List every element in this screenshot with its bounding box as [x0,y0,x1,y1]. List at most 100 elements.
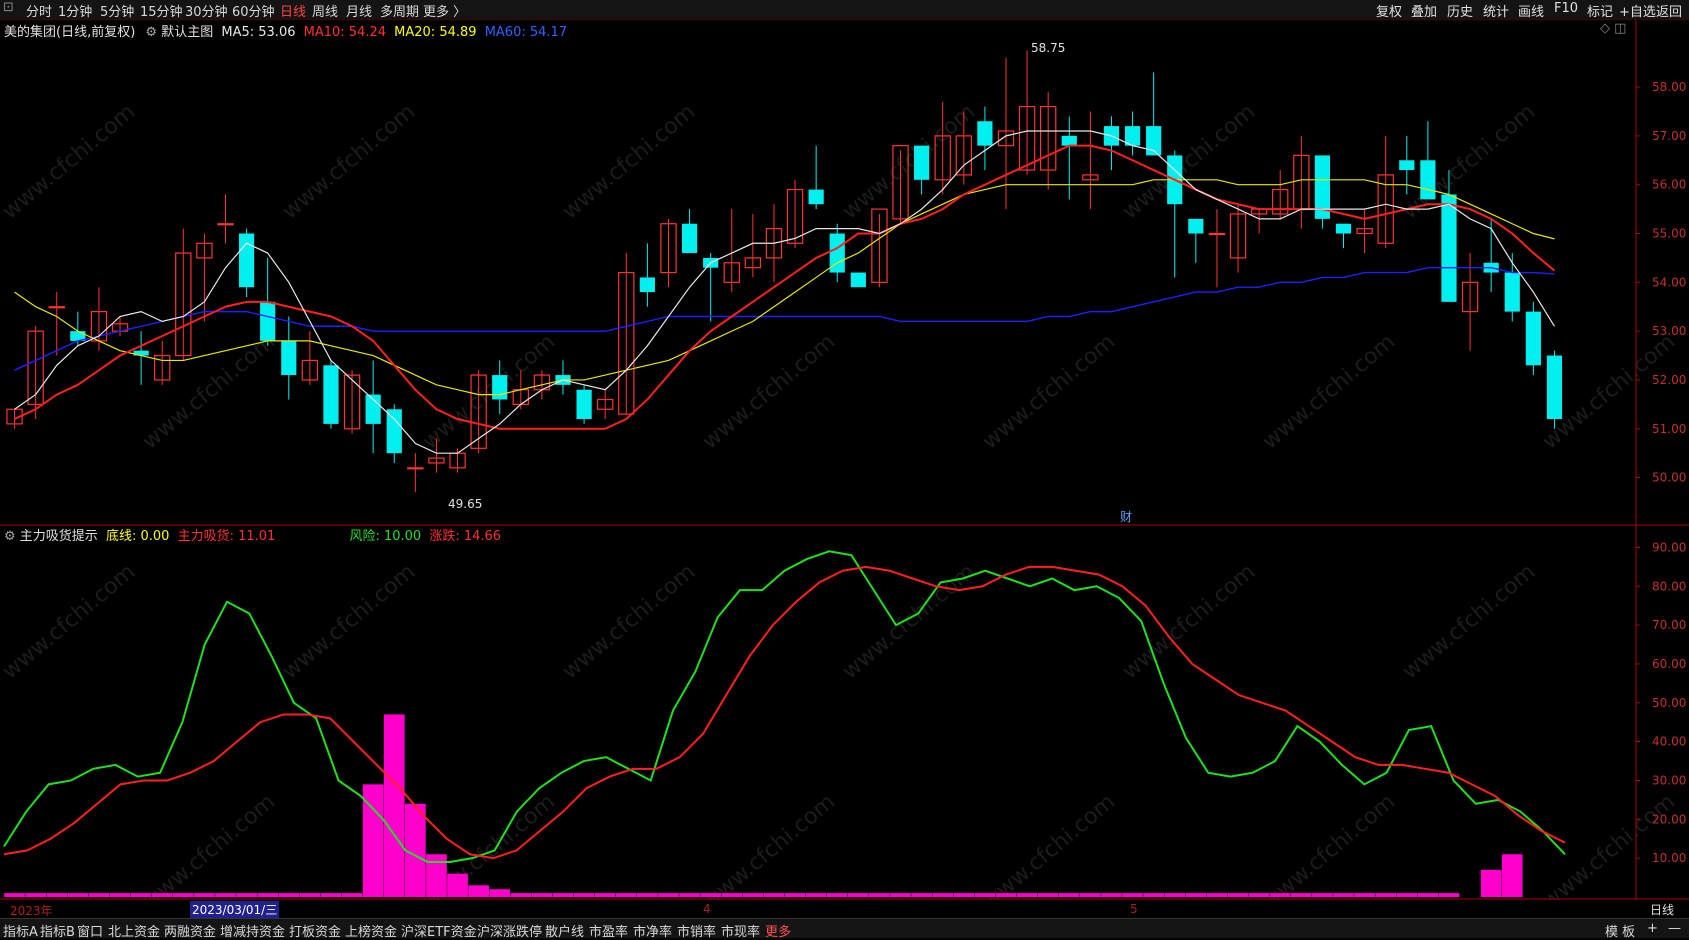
sub-y-tick-label: 70.00 [1652,618,1686,632]
low-price-label: 49.65 [448,497,482,511]
absorb-bar [1417,893,1439,897]
zoom-out-button[interactable]: — [1668,921,1681,936]
absorb-bar [151,893,173,897]
tab-limit-stats[interactable]: 沪深涨跌停 [477,921,542,940]
watermark-text: www.cfchi.com [698,789,840,900]
candlestick-panel[interactable] [6,50,1563,493]
stock-chart[interactable]: www.cfchi.com www.cfchi.com www.cfchi.com w… [0,0,1689,900]
absorb-bar [1101,893,1122,897]
absorb-bar [109,893,131,897]
watermark-text: www.cfchi.com [278,559,420,684]
candle-up [407,467,424,470]
absorb-bar [1122,893,1143,897]
tab-margin[interactable]: 两融资金 [164,921,216,940]
tab-more[interactable]: 更多 [765,921,791,940]
candle-down [639,277,655,293]
absorb-bar [278,893,300,897]
absorb-bar [1333,893,1354,897]
template-button[interactable]: 模 [1605,921,1618,940]
tab-ps-ratio[interactable]: 市销率 [677,921,716,940]
absorb-bar [172,893,194,897]
candle-down [681,223,698,254]
absorb-bar [531,893,553,897]
absorb-bar [25,893,46,897]
tab-northbound[interactable]: 北上资金 [108,921,160,940]
absorb-bar [510,893,532,897]
candle-up [1208,232,1226,236]
absorb-bar [974,893,996,897]
tab-indicator-b[interactable]: 指标B [40,921,75,940]
candle-down [808,189,824,205]
absorb-bar [805,893,827,897]
year-label: 2023年 [10,904,53,918]
absorb-bar [890,893,911,897]
sub-y-tick-label: 10.00 [1652,851,1686,865]
absorb-bar [1227,893,1249,897]
watermark-text: www.cfchi.com [1398,559,1540,684]
finance-event-marker[interactable]: 财 [1120,510,1132,524]
tab-window[interactable]: 窗口 [77,921,103,940]
absorb-bar [215,893,236,897]
board-button[interactable]: 板 [1622,921,1635,940]
absorb-bar [1375,893,1397,897]
absorb-bar [1164,893,1186,897]
absorb-bar [468,885,489,897]
absorb-bar [1354,893,1375,897]
candle-down [1441,194,1457,302]
absorb-bar [1037,893,1059,897]
absorb-bar [1396,893,1418,897]
y-tick-label: 57.00 [1652,129,1686,143]
absorb-bar [763,893,785,897]
absorb-bar [1501,854,1523,897]
candle-down [1420,160,1436,200]
date-axis: 2023年 2023/03/01/三 4 5 日线 [0,900,1689,918]
candle-down [977,121,993,146]
tab-pe-ratio[interactable]: 市盈率 [589,921,628,940]
month-5-label: 5 [1130,902,1138,916]
absorb-bar [1312,893,1333,897]
absorb-bar [1058,893,1080,897]
absorb-bar [341,893,363,897]
absorb-bar [383,714,405,897]
absorb-bar [742,893,764,897]
sub-y-tick-label: 20.00 [1652,812,1686,826]
watermark-text: www.cfchi.com [558,99,700,224]
tab-holding-change[interactable]: 增减持资金 [220,921,285,940]
tab-pcf-ratio[interactable]: 市现率 [721,921,760,940]
candle-down [1188,218,1204,234]
watermark-text: www.cfchi.com [278,99,420,224]
candle-down [281,340,297,376]
candle-up [48,306,65,309]
watermark-text: www.cfchi.com [838,99,980,224]
sub-y-tick-label: 50.00 [1652,696,1686,710]
watermark-text: www.cfchi.com [1538,789,1680,900]
price-axis: 58.00 57.00 56.00 55.00 54.00 53.00 52.00 51.00… [0,20,1689,900]
absorb-bar [847,893,869,897]
watermark-text: www.cfchi.com [0,559,140,684]
watermark-text: www.cfchi.com [978,789,1120,900]
watermark-text: www.cfchi.com [978,329,1120,454]
tab-billboard-funds[interactable]: 上榜资金 [345,921,397,940]
tab-indicator-a[interactable]: 指标A [3,921,38,940]
tab-limit-up-funds[interactable]: 打板资金 [289,921,341,940]
absorb-bar [194,893,215,897]
sub-y-tick-label: 60.00 [1652,657,1686,671]
absorb-bar [1290,893,1312,897]
tab-retail-line[interactable]: 散户线 [545,921,584,940]
absorb-bar [594,893,616,897]
watermark-text: www.cfchi.com [558,559,700,684]
absorb-bar [320,893,342,897]
sub-y-tick-label: 90.00 [1652,540,1686,554]
watermark-text: www.cfchi.com [1258,789,1400,900]
period-box[interactable]: 日线 [1650,901,1674,918]
absorb-bar [637,893,658,897]
absorb-bar [869,893,890,897]
tab-etf-funds[interactable]: 沪深ETF资金 [401,921,477,940]
indicator-tabs-bar: 指标A 指标B 窗口 北上资金 两融资金 增减持资金 打板资金 上榜资金 沪深E… [0,918,1689,940]
absorb-bar [489,889,511,897]
watermark-text: www.cfchi.com [0,99,140,224]
absorb-bar [67,893,89,897]
candle-down [238,233,255,288]
tab-pb-ratio[interactable]: 市净率 [633,921,672,940]
zoom-in-button[interactable]: + [1647,921,1658,936]
